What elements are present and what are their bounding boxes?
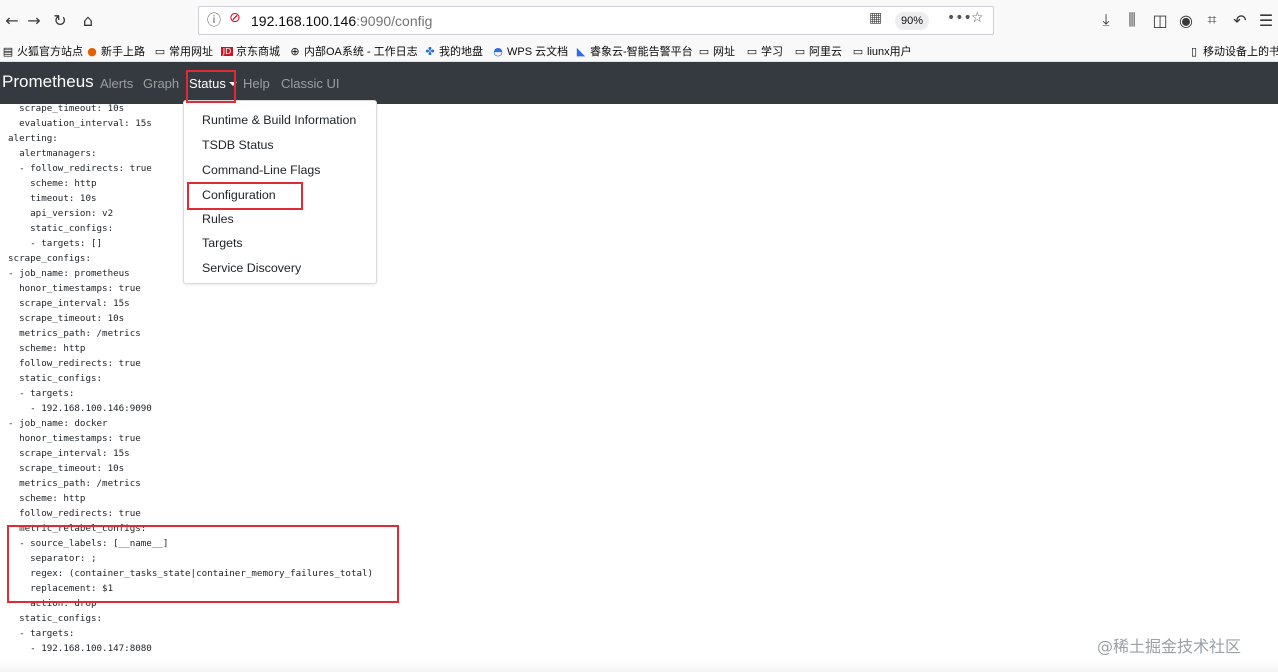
back-icon[interactable]: ← bbox=[0, 8, 24, 32]
bookmark-item[interactable]: ▯ 移动设备上的书签 bbox=[1188, 43, 1278, 59]
bookmark-item[interactable]: ▭ 网址 bbox=[698, 43, 735, 59]
bookmark-label: 我的地盘 bbox=[439, 46, 483, 58]
menu-item-targets[interactable]: Targets bbox=[202, 236, 243, 250]
bookmark-label: 常用网址 bbox=[169, 46, 213, 58]
folder-icon: ▭ bbox=[698, 44, 710, 58]
bookmark-item[interactable]: ◓ WPS 云文档 bbox=[492, 43, 568, 59]
page-actions-icon[interactable]: ••• bbox=[947, 10, 972, 26]
library-icon[interactable]: ⫼ bbox=[1120, 8, 1144, 32]
globe-icon: ⊕ bbox=[290, 44, 300, 58]
bookmark-label: 京东商城 bbox=[236, 46, 280, 58]
bookmark-label: 网址 bbox=[713, 46, 735, 58]
brand-link[interactable]: Prometheus bbox=[2, 72, 94, 92]
home-icon[interactable]: ⌂ bbox=[76, 8, 100, 32]
qr-code-icon[interactable]: ▦ bbox=[869, 10, 882, 26]
config-line: scrape_interval: 15s bbox=[8, 448, 130, 459]
url-bar[interactable]: ⓘ ⊘ 192.168.100.146:9090/config ▦ 90% ••… bbox=[198, 6, 994, 35]
bookmark-label: WPS 云文档 bbox=[507, 46, 569, 58]
config-line: metrics_path: /metrics bbox=[8, 478, 141, 489]
annotation-relabel-highlight bbox=[7, 525, 399, 603]
config-line: scheme: http bbox=[8, 493, 86, 504]
forward-icon[interactable]: → bbox=[22, 8, 46, 32]
wps-icon: ◓ bbox=[493, 44, 503, 58]
config-line: metrics_path: /metrics bbox=[8, 328, 141, 339]
bookmark-item[interactable]: ⊕ 内部OA系统 - 工作日志 bbox=[289, 43, 418, 59]
config-line: scrape_timeout: 10s bbox=[8, 313, 125, 324]
menu-item-service-discovery[interactable]: Service Discovery bbox=[202, 261, 301, 275]
mobile-icon: ▯ bbox=[1190, 44, 1198, 58]
menu-item-rules[interactable]: Rules bbox=[202, 212, 234, 226]
menu-item-flags[interactable]: Command-Line Flags bbox=[202, 163, 320, 177]
config-line: - 192.168.100.146:9090 bbox=[8, 403, 152, 414]
bookmark-item[interactable]: ✤ 我的地盘 bbox=[424, 43, 483, 59]
nav-graph[interactable]: Graph bbox=[143, 76, 179, 91]
folder-icon: ▭ bbox=[852, 44, 864, 58]
config-line: static_configs: bbox=[8, 373, 103, 384]
undo-icon[interactable]: ↶ bbox=[1228, 8, 1252, 32]
bookmarks-bar: ▤ 火狐官方站点 ● 新手上路 ▭ 常用网址 JD 京东商城 ⊕ 内部OA系统 - 工作日… bbox=[0, 40, 1278, 62]
nav-help[interactable]: Help bbox=[243, 76, 270, 91]
bookmark-label: liunx用户 bbox=[867, 46, 912, 58]
bookmark-label: 内部OA系统 - 工作日志 bbox=[304, 46, 418, 58]
config-line: honor_timestamps: true bbox=[8, 433, 141, 444]
bookmark-label: 学习 bbox=[761, 46, 783, 58]
bookmark-item[interactable]: ▭ liunx用户 bbox=[852, 43, 912, 59]
annotation-configuration-highlight bbox=[187, 182, 303, 210]
config-line: - 192.168.100.147:8080 bbox=[8, 643, 152, 654]
folder-icon: ▭ bbox=[154, 44, 166, 58]
reload-icon[interactable]: ↻ bbox=[48, 8, 72, 32]
bottom-strip bbox=[0, 660, 1278, 672]
browser-toolbar: ← → ↻ ⌂ ⓘ ⊘ 192.168.100.146:9090/config … bbox=[0, 0, 1278, 40]
config-line: follow_redirects: true bbox=[8, 358, 141, 369]
bookmark-item[interactable]: ▭ 常用网址 bbox=[154, 43, 213, 59]
insecure-lock-icon[interactable]: ⊘ bbox=[229, 10, 241, 26]
config-line: static_configs: bbox=[8, 613, 103, 624]
annotation-status-highlight bbox=[186, 70, 236, 103]
bookmark-label: 移动设备上的书签 bbox=[1203, 46, 1278, 58]
config-line: - targets: bbox=[8, 388, 75, 399]
jd-icon: JD bbox=[221, 46, 233, 56]
bookmark-item[interactable]: ▭ 学习 bbox=[746, 43, 783, 59]
bookmark-label: 睿象云-智能告警平台 bbox=[590, 46, 693, 58]
bookmark-item[interactable]: ▤ 火狐官方站点 bbox=[2, 43, 83, 59]
menu-icon[interactable]: ☰ bbox=[1254, 8, 1278, 32]
nav-alerts[interactable]: Alerts bbox=[100, 76, 133, 91]
zoom-level[interactable]: 90% bbox=[895, 12, 929, 30]
config-line: scrape_interval: 15s bbox=[8, 298, 130, 309]
bookmark-label: 新手上路 bbox=[101, 46, 145, 58]
url-path: :9090/config bbox=[356, 13, 433, 29]
bookmark-item[interactable]: ◣ 睿象云-智能告警平台 bbox=[575, 43, 693, 59]
folder-icon: ▭ bbox=[746, 44, 758, 58]
firefox-icon: ● bbox=[87, 44, 97, 58]
nav-classic-ui[interactable]: Classic UI bbox=[281, 76, 340, 91]
config-line: - job_name: docker bbox=[8, 418, 108, 429]
bookmark-item[interactable]: ▭ 阿里云 bbox=[794, 43, 842, 59]
screenshot-icon[interactable]: ⌗ bbox=[1200, 8, 1224, 32]
sidebar-icon[interactable]: ◫ bbox=[1148, 8, 1172, 32]
pinwheel-icon: ✤ bbox=[425, 44, 435, 58]
download-icon[interactable]: ⤓ bbox=[1094, 8, 1118, 32]
bookmark-label: 火狐官方站点 bbox=[17, 46, 83, 58]
bookmark-item[interactable]: JD 京东商城 bbox=[221, 43, 280, 59]
config-line: scrape_timeout: 10s bbox=[8, 463, 125, 474]
url-text[interactable]: 192.168.100.146:9090/config bbox=[251, 13, 432, 29]
config-line: follow_redirects: true bbox=[8, 508, 141, 519]
url-host: 192.168.100.146 bbox=[251, 13, 357, 29]
watermark: @稀土掘金技术社区 bbox=[1097, 637, 1242, 656]
info-icon[interactable]: ⓘ bbox=[207, 10, 221, 30]
folder-icon: ▭ bbox=[794, 44, 806, 58]
config-line: - targets: bbox=[8, 628, 75, 639]
menu-item-tsdb[interactable]: TSDB Status bbox=[202, 138, 274, 152]
account-icon[interactable]: ◉ bbox=[1174, 8, 1198, 32]
config-line: scheme: http bbox=[8, 343, 86, 354]
bookmark-star-icon[interactable]: ☆ bbox=[971, 10, 984, 26]
bookmark-label: 阿里云 bbox=[809, 46, 842, 58]
ruixiang-icon: ◣ bbox=[576, 44, 586, 58]
bookmark-item[interactable]: ● 新手上路 bbox=[86, 43, 145, 59]
folder-icon: ▤ bbox=[2, 44, 14, 58]
menu-item-runtime[interactable]: Runtime & Build Information bbox=[202, 113, 356, 127]
